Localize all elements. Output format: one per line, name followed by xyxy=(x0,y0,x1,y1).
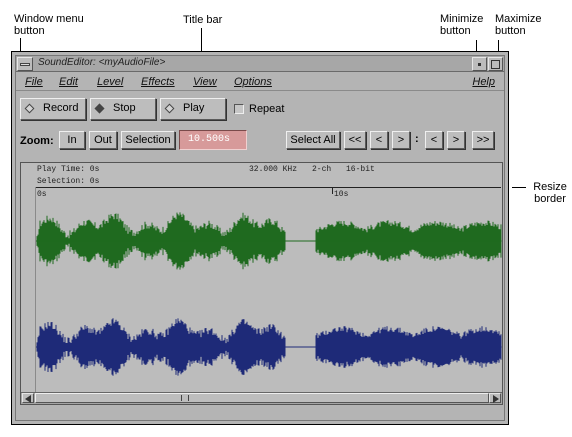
maximize-button-callout: Maximize button xyxy=(495,13,542,37)
window-menu-button-callout: Window menu button xyxy=(14,13,84,37)
resize-border-callout: Resize border xyxy=(533,181,567,205)
scroll-right-button[interactable]: > xyxy=(392,131,410,149)
ruler-label-10s: 10s xyxy=(334,190,349,199)
sound-editor-window: SoundEditor: <myAudioFile> File Edit Lev… xyxy=(11,51,509,425)
waveform-display[interactable] xyxy=(36,201,502,391)
zoom-time-field[interactable]: 10.500s xyxy=(179,130,247,150)
zoom-in-button[interactable]: In xyxy=(59,131,85,149)
record-button[interactable]: Record xyxy=(20,98,86,120)
maximize-icon xyxy=(491,60,500,69)
stop-label: Stop xyxy=(113,102,136,114)
scrollbar-thumb[interactable] xyxy=(35,393,489,403)
minimize-icon xyxy=(478,63,481,66)
scroll-end-button[interactable]: >> xyxy=(472,131,494,149)
scroll-start-button[interactable]: << xyxy=(344,131,366,149)
sample-rate-readout: 32.000 KHz xyxy=(249,165,298,174)
menu-view[interactable]: View xyxy=(193,76,217,88)
play-label: Play xyxy=(183,102,205,114)
record-label: Record xyxy=(43,102,79,114)
scroll-right-arrow-icon[interactable] xyxy=(489,393,501,403)
right-arrow-glyph xyxy=(493,395,499,403)
scroll-left-arrow-icon[interactable] xyxy=(22,393,34,403)
channels-readout: 2-ch xyxy=(312,165,332,174)
ruler-label-start: 0s xyxy=(37,190,47,199)
menu-level[interactable]: Level xyxy=(97,76,123,88)
window-menu-icon xyxy=(20,63,30,66)
horizontal-scrollbar[interactable] xyxy=(21,392,502,404)
zoom-out-button[interactable]: Out xyxy=(89,131,117,149)
bit-depth-readout: 16-bit xyxy=(346,165,375,174)
zoom-label: Zoom: xyxy=(20,135,54,147)
time-ruler xyxy=(35,187,501,188)
zoom-selection-button[interactable]: Selection xyxy=(121,131,175,149)
cursor-right-button[interactable]: > xyxy=(447,131,465,149)
title-bar-callout: Title bar xyxy=(183,14,223,26)
waveform-panel[interactable]: Play Time: 0s Selection: 0s 32.000 KHz 2… xyxy=(20,162,503,405)
left-arrow-glyph xyxy=(25,395,31,403)
right-channel-waveform xyxy=(36,318,502,376)
stop-button[interactable]: Stop xyxy=(90,98,156,120)
repeat-label: Repeat xyxy=(249,103,285,115)
ruler-tick-10s xyxy=(332,187,333,194)
nav-separator: : xyxy=(415,133,419,145)
menu-bar: File Edit Level Effects View Options Hel… xyxy=(16,73,504,91)
cursor-left-button[interactable]: < xyxy=(425,131,443,149)
repeat-checkbox[interactable] xyxy=(234,104,244,114)
record-indicator-icon xyxy=(24,103,35,114)
window-menu-button[interactable] xyxy=(17,57,33,71)
menu-effects[interactable]: Effects xyxy=(141,76,175,88)
menu-options[interactable]: Options xyxy=(234,76,272,88)
selection-readout: Selection: 0s xyxy=(37,177,100,186)
menu-file[interactable]: File xyxy=(25,76,43,88)
play-indicator-icon xyxy=(164,103,175,114)
menu-edit[interactable]: Edit xyxy=(59,76,78,88)
stop-indicator-icon xyxy=(94,103,105,114)
play-time-readout: Play Time: 0s xyxy=(37,165,100,174)
maximize-button[interactable] xyxy=(488,57,503,71)
minimize-button-callout: Minimize button xyxy=(440,13,484,37)
window-title: SoundEditor: <myAudioFile> xyxy=(38,57,166,68)
window-resize-border[interactable]: SoundEditor: <myAudioFile> File Edit Lev… xyxy=(15,55,505,421)
scrollbar-grip-icon xyxy=(181,395,189,401)
menu-help[interactable]: Help xyxy=(472,76,495,88)
select-all-button[interactable]: Select All xyxy=(286,131,340,149)
left-channel-waveform xyxy=(36,212,502,270)
play-button[interactable]: Play xyxy=(160,98,226,120)
scroll-left-button[interactable]: < xyxy=(370,131,388,149)
title-bar[interactable]: SoundEditor: <myAudioFile> xyxy=(16,56,504,72)
resize-border-leader xyxy=(512,187,526,188)
minimize-button[interactable] xyxy=(472,57,487,71)
